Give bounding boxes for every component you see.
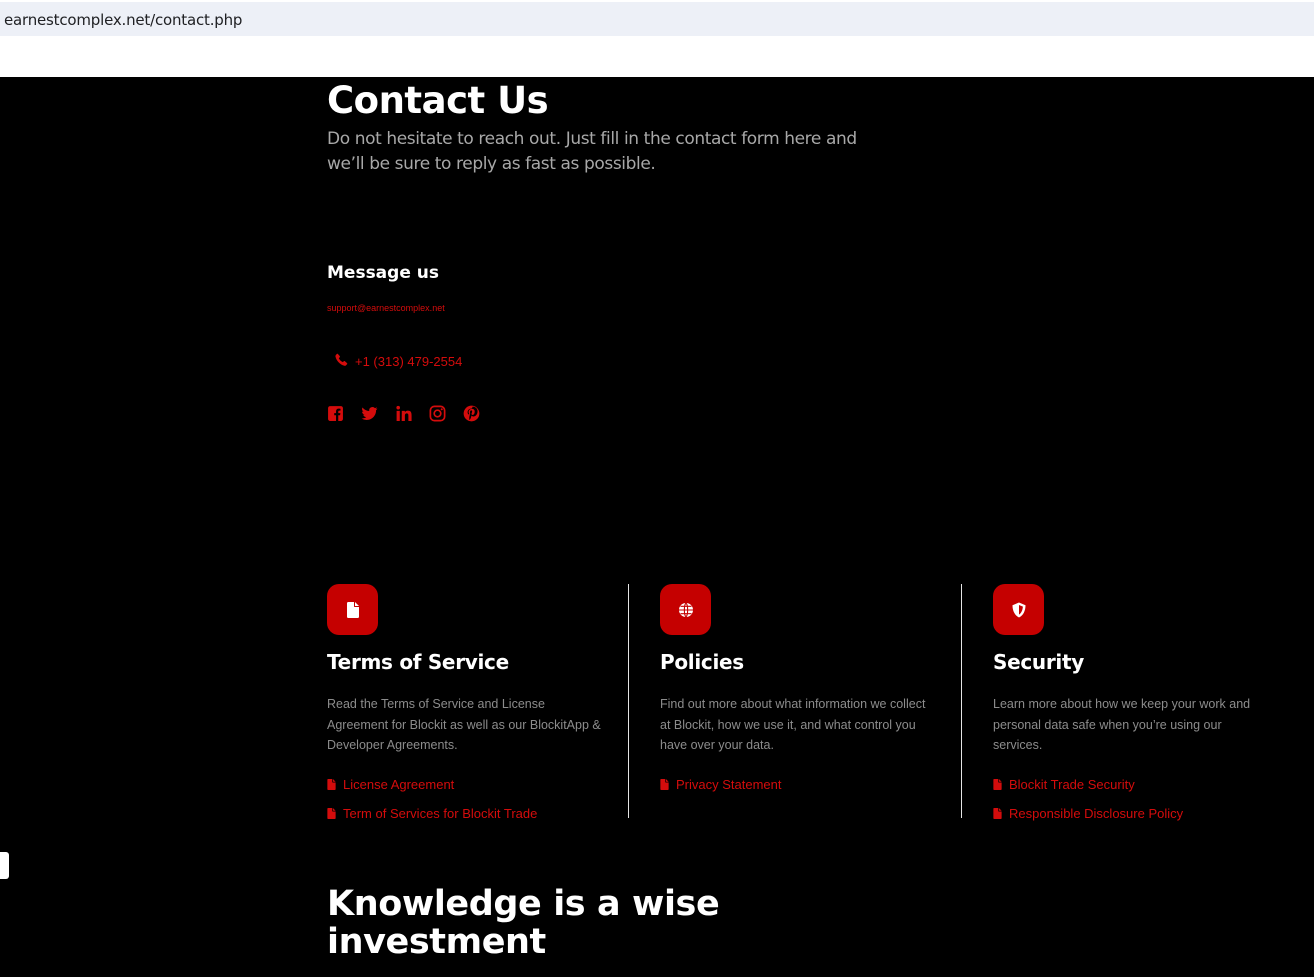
- phone-icon: [335, 353, 348, 369]
- file-icon: [660, 778, 669, 790]
- privacy-statement-link[interactable]: Privacy Statement: [660, 770, 960, 799]
- address-field[interactable]: earnestcomplex.net/contact.php: [0, 2, 1314, 36]
- column-links: License Agreement Term of Services for B…: [327, 770, 627, 828]
- url-text[interactable]: earnestcomplex.net/contact.php: [4, 11, 242, 29]
- document-icon: [327, 584, 378, 635]
- column-links: Privacy Statement: [660, 770, 960, 799]
- page-content: Contact Us Do not hesitate to reach out.…: [0, 77, 1314, 977]
- file-icon: [327, 778, 336, 790]
- column-title: Security: [993, 650, 1084, 674]
- instagram-icon[interactable]: [429, 405, 446, 422]
- facebook-icon[interactable]: [327, 405, 344, 422]
- heading-line2: investment: [327, 922, 546, 962]
- file-icon: [993, 807, 1002, 819]
- browser-url-bar: earnestcomplex.net/contact.php: [0, 0, 1314, 36]
- link-label: Responsible Disclosure Policy: [1009, 805, 1184, 821]
- heading-rest: is a wise: [541, 884, 720, 924]
- highlighted-word: Knowledge: [327, 884, 542, 924]
- license-agreement-link[interactable]: License Agreement: [327, 770, 627, 799]
- linkedin-icon[interactable]: [395, 405, 412, 422]
- security-column: Security Learn more about how we keep yo…: [993, 584, 1293, 821]
- message-us-heading: Message us: [327, 263, 439, 283]
- social-links: [327, 405, 480, 422]
- link-label: Blockit Trade Security: [1009, 776, 1135, 792]
- blockit-trade-security-link[interactable]: Blockit Trade Security: [993, 770, 1293, 799]
- column-description: Find out more about what information we …: [660, 697, 926, 752]
- link-label: Privacy Statement: [676, 776, 782, 792]
- column-description: Read the Terms of Service and License Ag…: [327, 697, 601, 752]
- link-label: Term of Services for Blockit Trade: [343, 805, 538, 821]
- phone-link[interactable]: +1 (313) 479-2554: [335, 353, 462, 369]
- browser-toolbar-band: [0, 36, 1314, 77]
- column-title: Terms of Service: [327, 650, 509, 674]
- globe-icon: [660, 584, 711, 635]
- page-title: Contact Us: [327, 79, 549, 122]
- twitter-icon[interactable]: [361, 405, 378, 422]
- policies-column: Policies Find out more about what inform…: [660, 584, 960, 818]
- column-description: Learn more about how we keep your work a…: [993, 697, 1251, 752]
- column-links: Blockit Trade Security Responsible Discl…: [993, 770, 1293, 828]
- link-label: License Agreement: [343, 776, 455, 792]
- terms-blockit-trade-link[interactable]: Term of Services for Blockit Trade: [327, 799, 627, 828]
- pinterest-icon[interactable]: [463, 405, 480, 422]
- email-link[interactable]: support@earnestcomplex.net: [327, 303, 445, 313]
- shield-icon: [993, 584, 1044, 635]
- knowledge-heading: Knowledge is a wise investment: [327, 884, 720, 962]
- column-divider: [628, 584, 629, 818]
- column-title: Policies: [660, 650, 744, 674]
- file-icon: [993, 778, 1002, 790]
- phone-number: +1 (313) 479-2554: [355, 353, 463, 369]
- side-widget-tab[interactable]: [0, 852, 9, 879]
- column-divider: [961, 584, 962, 818]
- responsible-disclosure-link[interactable]: Responsible Disclosure Policy: [993, 799, 1293, 828]
- file-icon: [327, 807, 336, 819]
- page-subtitle: Do not hesitate to reach out. Just fill …: [327, 129, 857, 174]
- terms-of-service-column: Terms of Service Read the Terms of Servi…: [327, 584, 627, 821]
